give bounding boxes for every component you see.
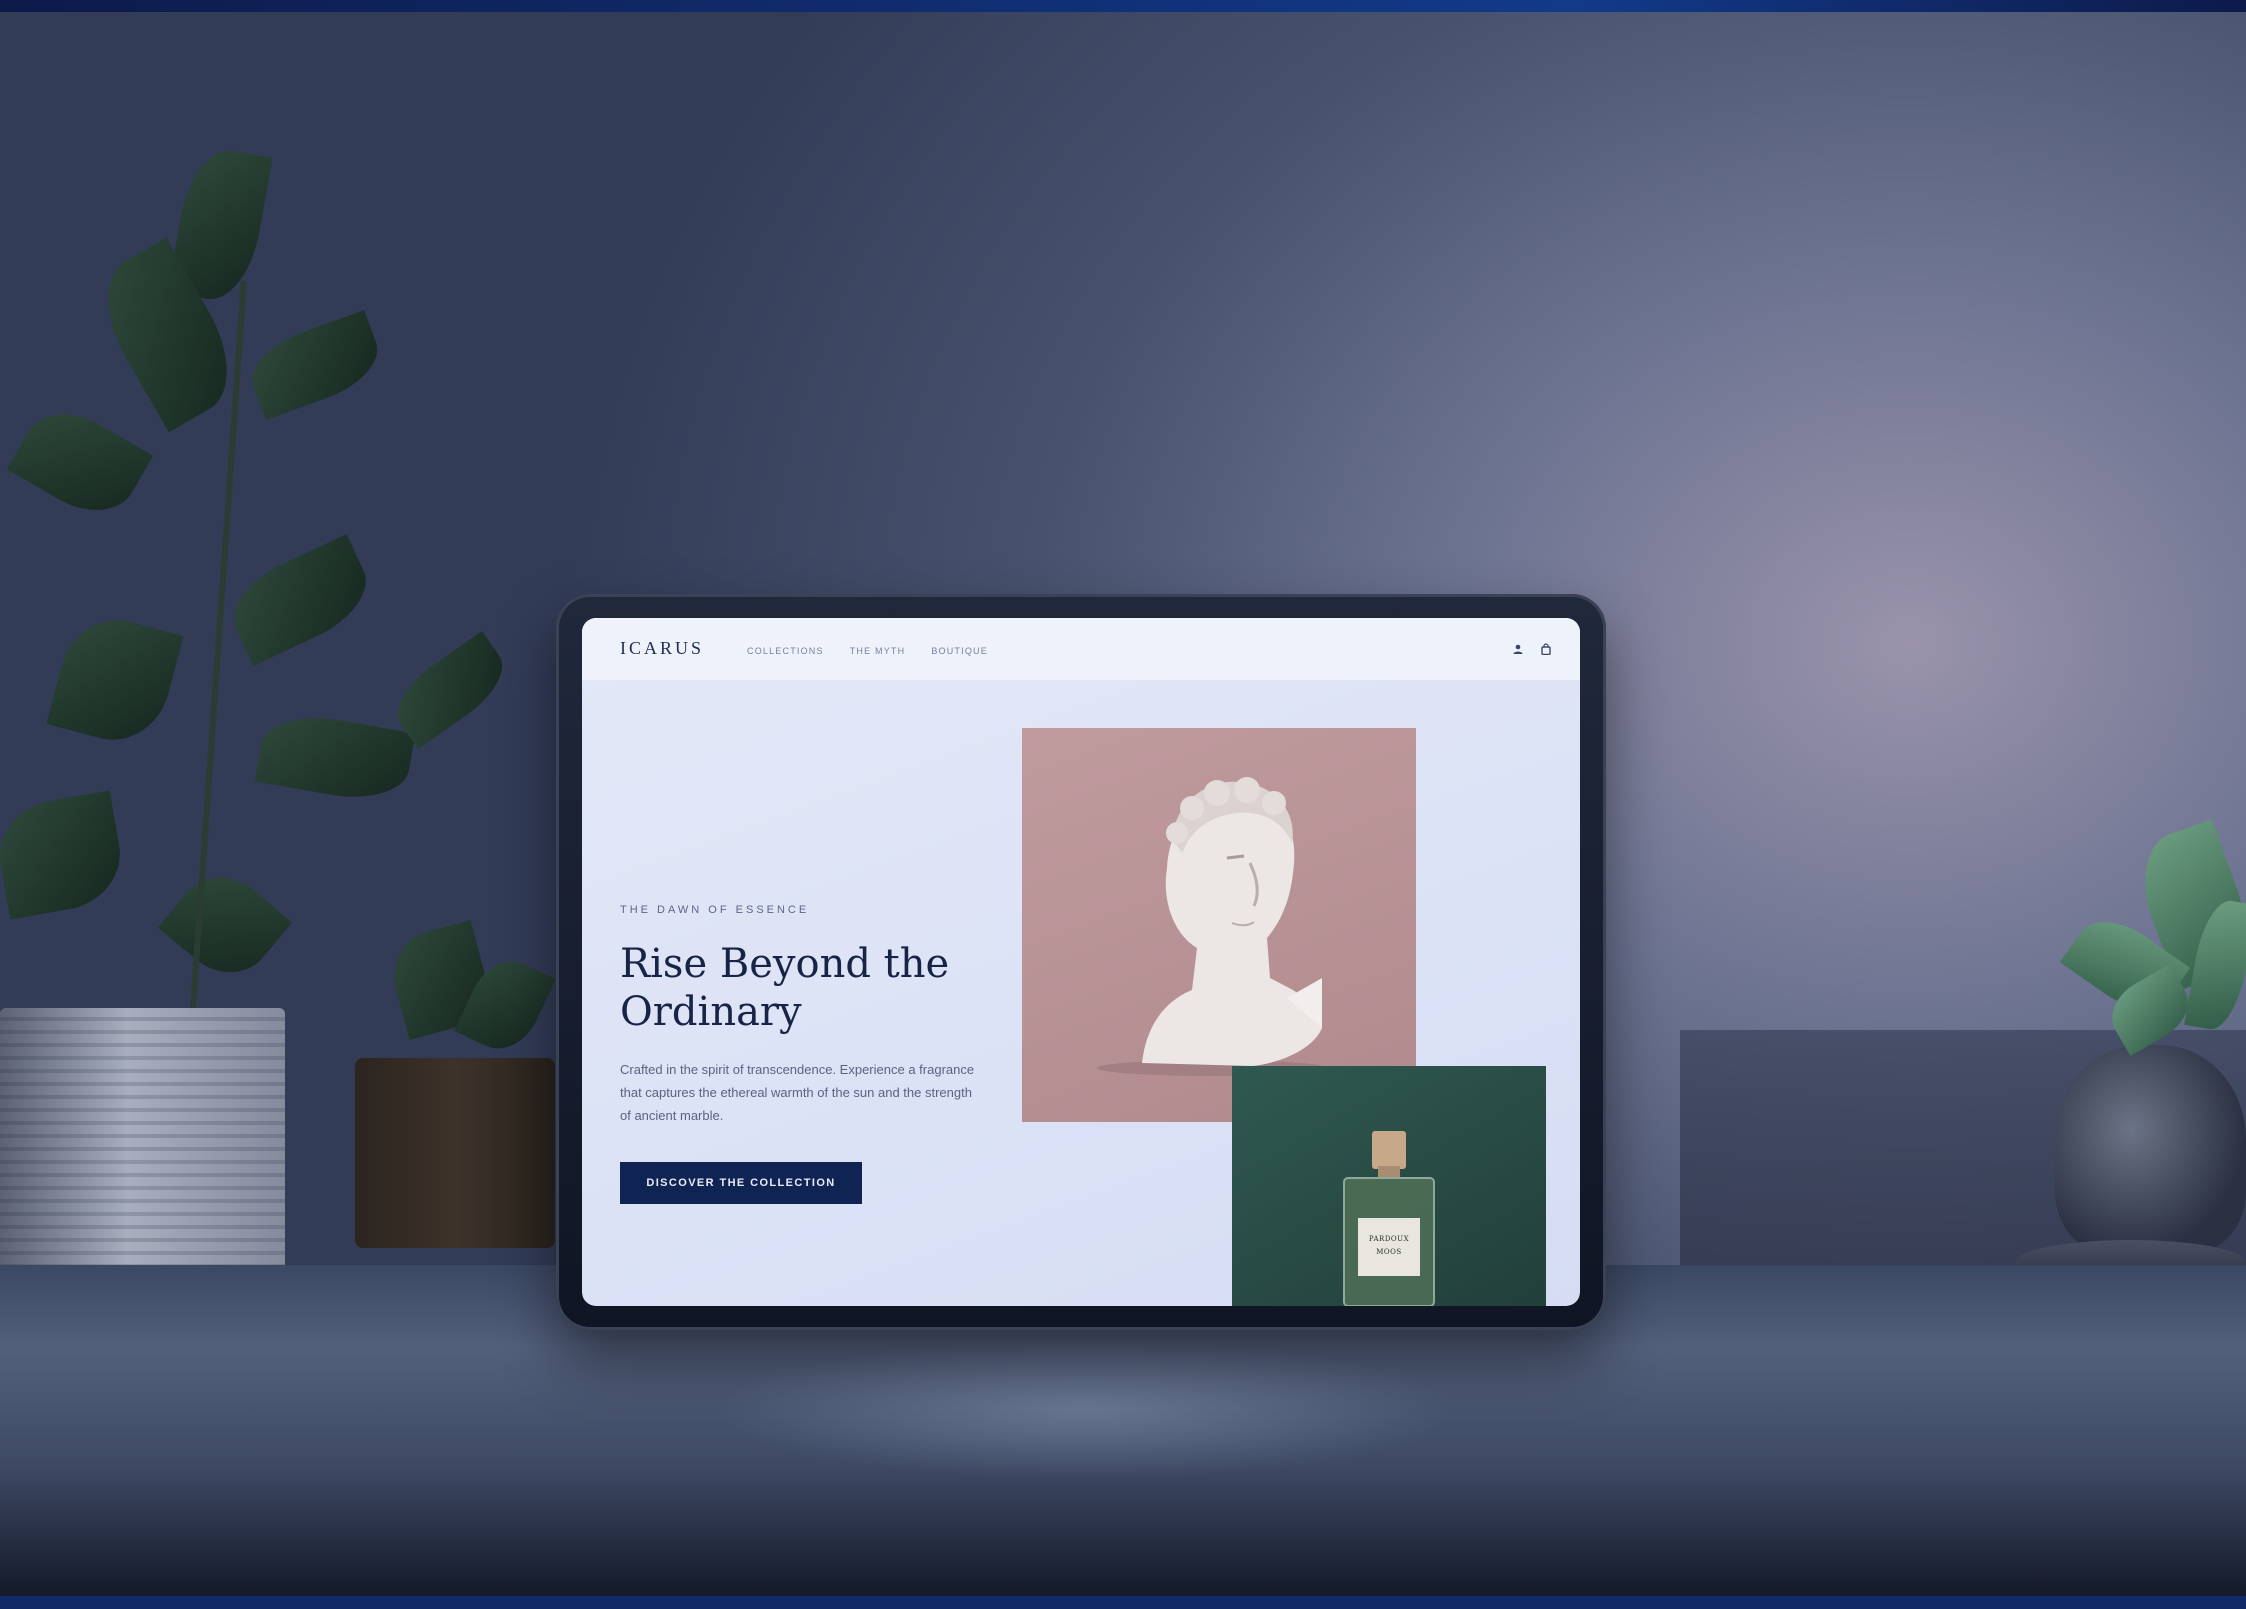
marble-bust-image <box>1022 728 1416 1122</box>
bust-illustration <box>1097 777 1327 1076</box>
bottom-edge-band <box>0 1596 2246 1609</box>
small-pot <box>355 1058 555 1248</box>
site-nav: ICARUS COLLECTIONS THE MYTH BOUTIQUE <box>582 618 1580 680</box>
nav-icons <box>1512 643 1552 655</box>
site-logo[interactable]: ICARUS <box>620 638 704 659</box>
top-edge-band <box>0 0 2246 12</box>
bottle-label-line2: MOOS <box>1376 1248 1401 1256</box>
bag-icon[interactable] <box>1540 643 1552 655</box>
hero-headline: Rise Beyond the Ordinary <box>620 941 950 1035</box>
bottle-illustration: PARDOUX MOOS <box>1343 1131 1435 1306</box>
discover-collection-button[interactable]: DISCOVER THE COLLECTION <box>620 1162 862 1204</box>
screen-reflection <box>560 1330 1610 1530</box>
nav-link-boutique[interactable]: BOUTIQUE <box>931 646 988 656</box>
right-vase <box>2055 1045 2246 1255</box>
perfume-bottle-image: PARDOUX MOOS <box>1232 1066 1546 1306</box>
hero-body: Crafted in the spirit of transcendence. … <box>620 1062 975 1123</box>
tablet-device: ICARUS COLLECTIONS THE MYTH BOUTIQUE THE… <box>556 594 1606 1330</box>
photo-scene: ICARUS COLLECTIONS THE MYTH BOUTIQUE THE… <box>0 0 2246 1609</box>
bottle-label-line1: PARDOUX <box>1369 1235 1409 1243</box>
hero-eyebrow: THE DAWN OF ESSENCE <box>620 904 810 916</box>
tablet-screen: ICARUS COLLECTIONS THE MYTH BOUTIQUE THE… <box>582 618 1580 1306</box>
nav-link-collections[interactable]: COLLECTIONS <box>747 646 824 656</box>
nav-link-the-myth[interactable]: THE MYTH <box>850 646 906 656</box>
nav-links: COLLECTIONS THE MYTH BOUTIQUE <box>747 646 988 656</box>
user-icon[interactable] <box>1512 643 1524 655</box>
